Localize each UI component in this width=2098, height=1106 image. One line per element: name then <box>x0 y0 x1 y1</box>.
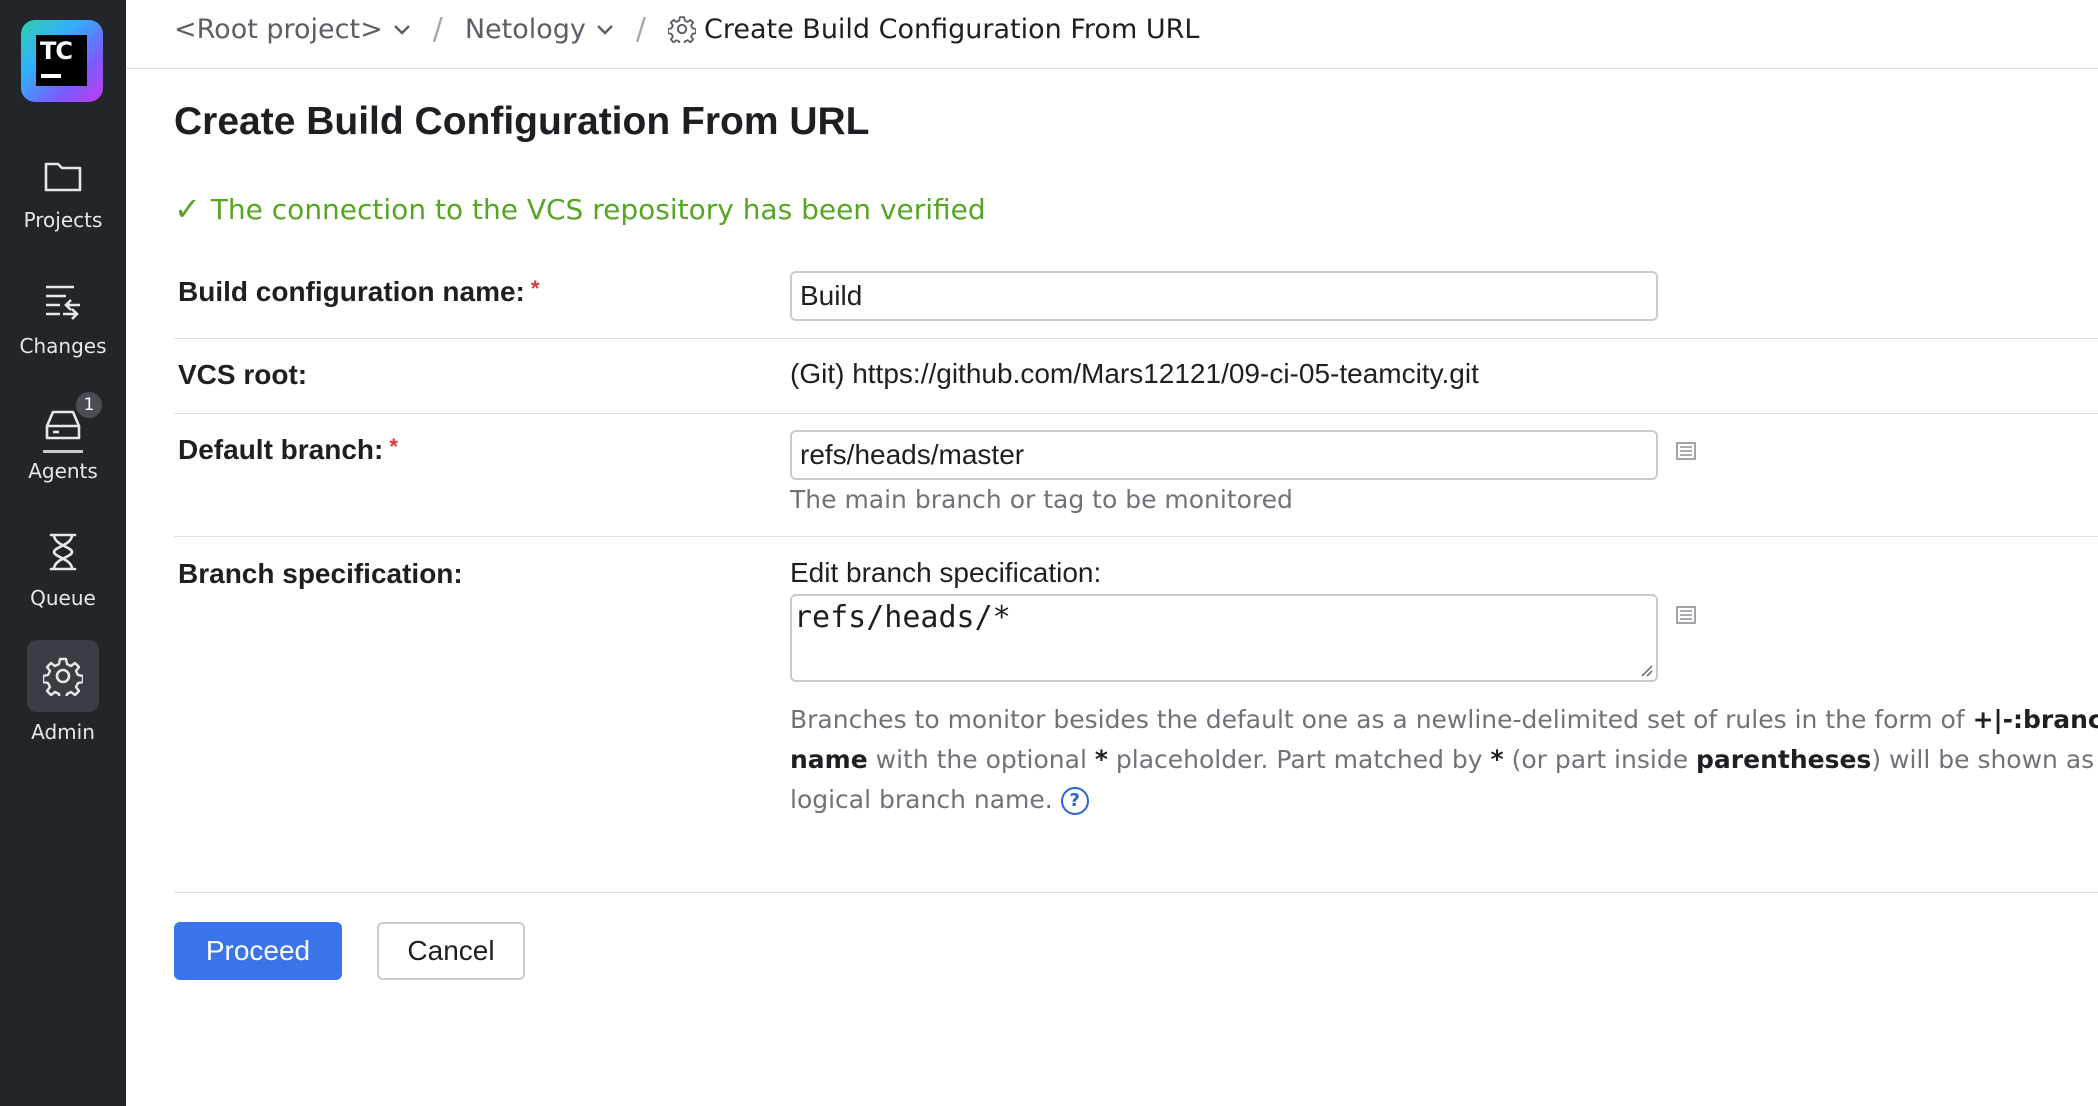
branch-spec-label: Branch specification: <box>178 558 463 589</box>
list-icon[interactable] <box>1676 606 1696 624</box>
logo-text: TC <box>40 37 73 65</box>
help-question-icon[interactable]: ? <box>1060 787 1089 815</box>
branch-spec-textarea[interactable]: refs/heads/* <box>790 594 1658 682</box>
changes-icon <box>46 285 80 320</box>
sidebar-item-label: Queue <box>30 586 96 610</box>
default-branch-help: The main branch or tag to be monitored <box>790 485 1293 514</box>
sidebar-item-changes[interactable]: Changes <box>0 282 126 358</box>
sidebar-item-label: Projects <box>23 208 103 232</box>
breadcrumb-root-project[interactable]: <Root project> <box>174 14 411 45</box>
sidebar-item-label: Changes <box>19 334 107 358</box>
sidebar-item-admin[interactable]: Admin <box>0 640 126 744</box>
row-divider <box>174 536 2098 537</box>
sidebar-item-projects[interactable]: Projects <box>0 158 126 232</box>
build-name-input[interactable] <box>790 271 1658 321</box>
hourglass-icon <box>49 533 77 571</box>
sidebar-item-queue[interactable]: Queue <box>0 532 126 610</box>
agents-count-badge: 1 <box>76 392 102 418</box>
row-divider <box>174 338 2098 339</box>
breadcrumb-project[interactable]: Netology <box>465 14 614 45</box>
sidebar: TC Projects Changes 1 Agents Queue Admin <box>0 0 126 1106</box>
folder-icon <box>44 162 82 192</box>
gear-icon <box>668 16 696 43</box>
row-divider <box>174 413 2098 414</box>
gear-icon <box>43 657 83 696</box>
branch-spec-help: Branches to monitor besides the default … <box>790 705 2098 815</box>
chevron-down-icon <box>393 25 410 35</box>
verified-message: ✓ The connection to the VCS repository h… <box>174 190 986 228</box>
agents-icon <box>45 410 81 440</box>
vcs-root-label: VCS root: <box>178 359 308 390</box>
header-divider <box>126 68 2098 69</box>
main-content: <Root project> / Netology / Create Build… <box>126 0 2098 1106</box>
list-icon[interactable] <box>1676 442 1696 460</box>
branch-spec-edit-label: Edit branch specification: <box>790 557 1102 588</box>
sidebar-item-label: Agents <box>28 459 98 483</box>
resize-grip-icon[interactable] <box>1638 662 1654 678</box>
checkmark-icon: ✓ <box>174 190 201 228</box>
breadcrumb-current: Create Build Configuration From URL <box>668 14 1199 45</box>
default-branch-label: Default branch: * <box>178 434 398 465</box>
cancel-button[interactable]: Cancel <box>377 922 525 980</box>
sidebar-item-agents[interactable]: 1 Agents <box>0 392 126 483</box>
vcs-root-value: (Git) https://github.com/Mars12121/09-ci… <box>790 358 1479 389</box>
page-title: Create Build Configuration From URL <box>174 100 870 143</box>
proceed-button[interactable]: Proceed <box>174 922 342 980</box>
sidebar-item-label: Admin <box>31 720 95 744</box>
required-mark: * <box>530 276 540 301</box>
required-mark: * <box>389 434 398 459</box>
teamcity-logo[interactable]: TC <box>21 20 103 102</box>
chevron-down-icon <box>597 25 613 35</box>
build-name-label: Build configuration name: * <box>178 276 540 307</box>
default-branch-input[interactable] <box>790 430 1658 480</box>
form-footer-divider <box>174 892 2098 893</box>
breadcrumb: <Root project> / Netology / Create Build… <box>174 11 1200 47</box>
